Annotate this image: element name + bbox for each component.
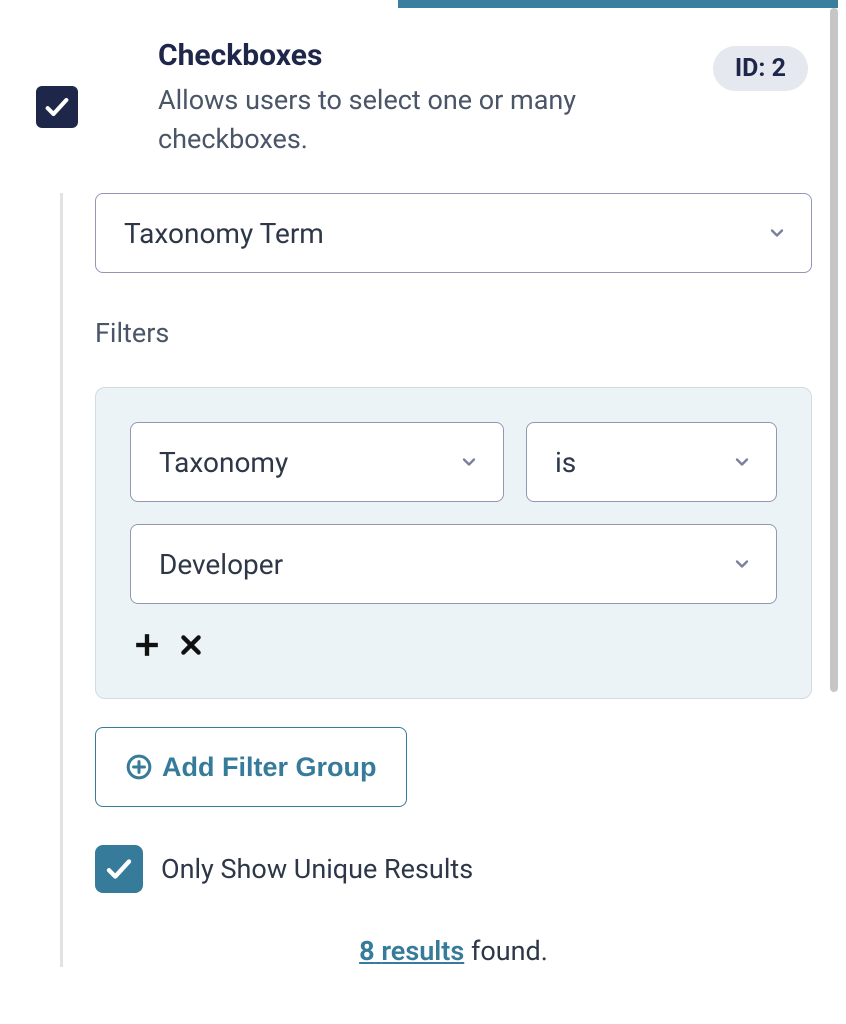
filters-label: Filters [95, 317, 812, 349]
filter-value-text: Developer [159, 548, 283, 581]
filter-field-value: Taxonomy [159, 446, 288, 479]
results-word: results [381, 935, 464, 967]
chevron-down-icon [459, 452, 479, 472]
add-filter-icon[interactable] [134, 632, 160, 664]
chevron-down-icon [732, 452, 752, 472]
results-found: found. [464, 935, 548, 967]
unique-results-checkbox[interactable] [95, 845, 143, 893]
add-filter-group-button[interactable]: Add Filter Group [95, 727, 407, 807]
active-tab-indicator [398, 0, 838, 8]
scrollbar[interactable] [830, 8, 838, 692]
data-source-select[interactable]: Taxonomy Term [95, 193, 812, 273]
unique-results-label: Only Show Unique Results [161, 853, 473, 885]
chevron-down-icon [767, 223, 787, 243]
unique-results-row: Only Show Unique Results [95, 845, 812, 893]
plus-circle-icon [126, 754, 152, 780]
chevron-down-icon [732, 554, 752, 574]
checkboxes-type-icon [36, 86, 78, 128]
filter-value-select[interactable]: Developer [130, 524, 777, 604]
filter-field-select[interactable]: Taxonomy [130, 422, 504, 502]
content-panel: Taxonomy Term Filters Taxonomy is Develo… [60, 193, 812, 967]
remove-filter-icon[interactable] [178, 632, 204, 664]
results-summary: 8 results found. [95, 935, 812, 967]
add-filter-group-label: Add Filter Group [162, 752, 376, 783]
filter-group: Taxonomy is Developer [95, 387, 812, 699]
filter-operator-value: is [555, 446, 576, 479]
component-description: Allows users to select one or many check… [158, 81, 810, 159]
id-badge: ID: 2 [713, 46, 808, 91]
check-icon [104, 854, 134, 884]
data-source-value: Taxonomy Term [124, 217, 324, 250]
filter-operator-select[interactable]: is [526, 422, 777, 502]
results-link[interactable]: 8 results [359, 935, 464, 967]
results-count: 8 [359, 935, 375, 967]
